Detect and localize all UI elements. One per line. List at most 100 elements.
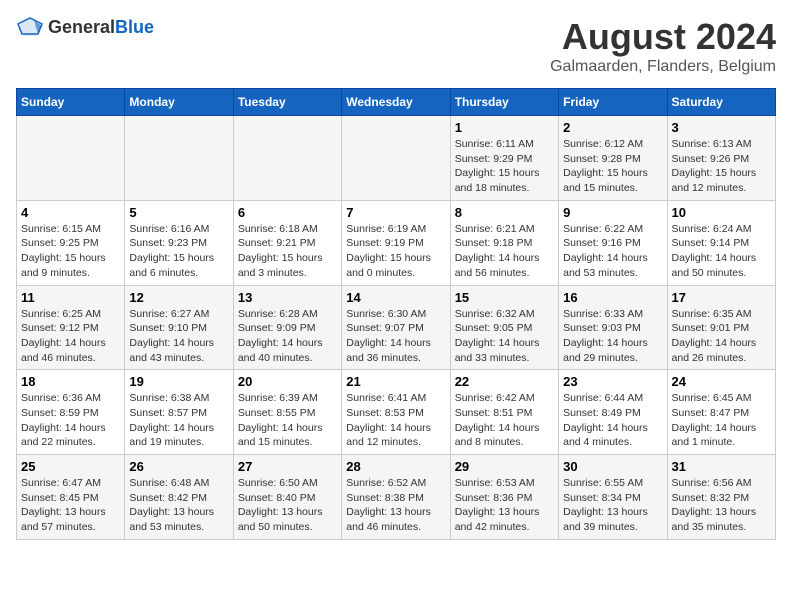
day-info: Sunrise: 6:19 AM Sunset: 9:19 PM Dayligh… <box>346 222 445 281</box>
day-info: Sunrise: 6:42 AM Sunset: 8:51 PM Dayligh… <box>455 391 554 450</box>
calendar-cell: 11 Sunrise: 6:25 AM Sunset: 9:12 PM Dayli… <box>17 285 125 370</box>
day-number: 18 <box>21 374 120 389</box>
day-info: Sunrise: 6:47 AM Sunset: 8:45 PM Dayligh… <box>21 476 120 535</box>
day-info: Sunrise: 6:22 AM Sunset: 9:16 PM Dayligh… <box>563 222 662 281</box>
day-info: Sunrise: 6:25 AM Sunset: 9:12 PM Dayligh… <box>21 307 120 366</box>
calendar-cell <box>17 116 125 201</box>
day-number: 20 <box>238 374 337 389</box>
day-info: Sunrise: 6:45 AM Sunset: 8:47 PM Dayligh… <box>672 391 771 450</box>
day-number: 19 <box>129 374 228 389</box>
calendar-header-tuesday: Tuesday <box>233 89 341 116</box>
logo: GeneralBlue <box>16 16 154 38</box>
day-number: 22 <box>455 374 554 389</box>
title-area: August 2024 Galmaarden, Flanders, Belgiu… <box>550 16 776 76</box>
calendar-cell: 4 Sunrise: 6:15 AM Sunset: 9:25 PM Daylig… <box>17 200 125 285</box>
logo-text-blue: Blue <box>115 17 154 37</box>
calendar-cell: 14 Sunrise: 6:30 AM Sunset: 9:07 PM Dayli… <box>342 285 450 370</box>
calendar-header-sunday: Sunday <box>17 89 125 116</box>
day-info: Sunrise: 6:28 AM Sunset: 9:09 PM Dayligh… <box>238 307 337 366</box>
day-number: 16 <box>563 290 662 305</box>
main-title: August 2024 <box>550 16 776 58</box>
day-number: 31 <box>672 459 771 474</box>
day-info: Sunrise: 6:11 AM Sunset: 9:29 PM Dayligh… <box>455 137 554 196</box>
calendar-week-row: 18 Sunrise: 6:36 AM Sunset: 8:59 PM Dayli… <box>17 370 776 455</box>
day-info: Sunrise: 6:24 AM Sunset: 9:14 PM Dayligh… <box>672 222 771 281</box>
calendar-week-row: 1 Sunrise: 6:11 AM Sunset: 9:29 PM Daylig… <box>17 116 776 201</box>
day-number: 29 <box>455 459 554 474</box>
day-info: Sunrise: 6:50 AM Sunset: 8:40 PM Dayligh… <box>238 476 337 535</box>
day-info: Sunrise: 6:33 AM Sunset: 9:03 PM Dayligh… <box>563 307 662 366</box>
day-info: Sunrise: 6:12 AM Sunset: 9:28 PM Dayligh… <box>563 137 662 196</box>
day-info: Sunrise: 6:44 AM Sunset: 8:49 PM Dayligh… <box>563 391 662 450</box>
day-info: Sunrise: 6:16 AM Sunset: 9:23 PM Dayligh… <box>129 222 228 281</box>
calendar-table: SundayMondayTuesdayWednesdayThursdayFrid… <box>16 88 776 540</box>
day-info: Sunrise: 6:41 AM Sunset: 8:53 PM Dayligh… <box>346 391 445 450</box>
day-info: Sunrise: 6:21 AM Sunset: 9:18 PM Dayligh… <box>455 222 554 281</box>
calendar-cell: 9 Sunrise: 6:22 AM Sunset: 9:16 PM Daylig… <box>559 200 667 285</box>
day-number: 14 <box>346 290 445 305</box>
day-number: 11 <box>21 290 120 305</box>
day-info: Sunrise: 6:48 AM Sunset: 8:42 PM Dayligh… <box>129 476 228 535</box>
calendar-cell: 18 Sunrise: 6:36 AM Sunset: 8:59 PM Dayli… <box>17 370 125 455</box>
day-number: 25 <box>21 459 120 474</box>
calendar-week-row: 25 Sunrise: 6:47 AM Sunset: 8:45 PM Dayli… <box>17 455 776 540</box>
day-number: 27 <box>238 459 337 474</box>
day-number: 17 <box>672 290 771 305</box>
logo-text-general: General <box>48 17 115 37</box>
calendar-cell <box>233 116 341 201</box>
calendar-cell: 13 Sunrise: 6:28 AM Sunset: 9:09 PM Dayli… <box>233 285 341 370</box>
header: GeneralBlue August 2024 Galmaarden, Flan… <box>16 16 776 76</box>
calendar-cell: 26 Sunrise: 6:48 AM Sunset: 8:42 PM Dayli… <box>125 455 233 540</box>
day-number: 15 <box>455 290 554 305</box>
calendar-cell: 16 Sunrise: 6:33 AM Sunset: 9:03 PM Dayli… <box>559 285 667 370</box>
day-number: 2 <box>563 120 662 135</box>
subtitle: Galmaarden, Flanders, Belgium <box>550 58 776 76</box>
calendar-week-row: 4 Sunrise: 6:15 AM Sunset: 9:25 PM Daylig… <box>17 200 776 285</box>
calendar-cell: 20 Sunrise: 6:39 AM Sunset: 8:55 PM Dayli… <box>233 370 341 455</box>
calendar-cell: 8Sunrise: 6:21 AM Sunset: 9:18 PM Daylig… <box>450 200 558 285</box>
calendar-header-monday: Monday <box>125 89 233 116</box>
calendar-cell: 10Sunrise: 6:24 AM Sunset: 9:14 PM Dayli… <box>667 200 775 285</box>
calendar-cell: 27 Sunrise: 6:50 AM Sunset: 8:40 PM Dayli… <box>233 455 341 540</box>
day-number: 30 <box>563 459 662 474</box>
calendar-cell: 7Sunrise: 6:19 AM Sunset: 9:19 PM Daylig… <box>342 200 450 285</box>
calendar-cell: 24Sunrise: 6:45 AM Sunset: 8:47 PM Dayli… <box>667 370 775 455</box>
day-info: Sunrise: 6:52 AM Sunset: 8:38 PM Dayligh… <box>346 476 445 535</box>
calendar-header-friday: Friday <box>559 89 667 116</box>
day-info: Sunrise: 6:56 AM Sunset: 8:32 PM Dayligh… <box>672 476 771 535</box>
day-number: 6 <box>238 205 337 220</box>
day-info: Sunrise: 6:36 AM Sunset: 8:59 PM Dayligh… <box>21 391 120 450</box>
calendar-cell: 6Sunrise: 6:18 AM Sunset: 9:21 PM Daylig… <box>233 200 341 285</box>
calendar-cell: 29 Sunrise: 6:53 AM Sunset: 8:36 PM Dayli… <box>450 455 558 540</box>
day-info: Sunrise: 6:15 AM Sunset: 9:25 PM Dayligh… <box>21 222 120 281</box>
calendar-header-wednesday: Wednesday <box>342 89 450 116</box>
day-number: 1 <box>455 120 554 135</box>
calendar-header-saturday: Saturday <box>667 89 775 116</box>
calendar-cell: 15 Sunrise: 6:32 AM Sunset: 9:05 PM Dayli… <box>450 285 558 370</box>
day-number: 23 <box>563 374 662 389</box>
day-number: 13 <box>238 290 337 305</box>
calendar-cell: 30Sunrise: 6:55 AM Sunset: 8:34 PM Dayli… <box>559 455 667 540</box>
calendar-cell: 22 Sunrise: 6:42 AM Sunset: 8:51 PM Dayli… <box>450 370 558 455</box>
calendar-cell: 19 Sunrise: 6:38 AM Sunset: 8:57 PM Dayli… <box>125 370 233 455</box>
day-info: Sunrise: 6:35 AM Sunset: 9:01 PM Dayligh… <box>672 307 771 366</box>
calendar-week-row: 11 Sunrise: 6:25 AM Sunset: 9:12 PM Dayli… <box>17 285 776 370</box>
day-number: 5 <box>129 205 228 220</box>
day-number: 26 <box>129 459 228 474</box>
calendar-cell: 12Sunrise: 6:27 AM Sunset: 9:10 PM Dayli… <box>125 285 233 370</box>
calendar-cell <box>342 116 450 201</box>
calendar-cell: 21Sunrise: 6:41 AM Sunset: 8:53 PM Dayli… <box>342 370 450 455</box>
day-info: Sunrise: 6:39 AM Sunset: 8:55 PM Dayligh… <box>238 391 337 450</box>
day-info: Sunrise: 6:53 AM Sunset: 8:36 PM Dayligh… <box>455 476 554 535</box>
day-number: 4 <box>21 205 120 220</box>
calendar-cell <box>125 116 233 201</box>
day-number: 9 <box>563 205 662 220</box>
day-info: Sunrise: 6:13 AM Sunset: 9:26 PM Dayligh… <box>672 137 771 196</box>
calendar-cell: 28Sunrise: 6:52 AM Sunset: 8:38 PM Dayli… <box>342 455 450 540</box>
day-info: Sunrise: 6:38 AM Sunset: 8:57 PM Dayligh… <box>129 391 228 450</box>
calendar-cell: 3Sunrise: 6:13 AM Sunset: 9:26 PM Daylig… <box>667 116 775 201</box>
calendar-cell: 23 Sunrise: 6:44 AM Sunset: 8:49 PM Dayli… <box>559 370 667 455</box>
calendar-cell: 31 Sunrise: 6:56 AM Sunset: 8:32 PM Dayli… <box>667 455 775 540</box>
day-info: Sunrise: 6:30 AM Sunset: 9:07 PM Dayligh… <box>346 307 445 366</box>
day-info: Sunrise: 6:32 AM Sunset: 9:05 PM Dayligh… <box>455 307 554 366</box>
